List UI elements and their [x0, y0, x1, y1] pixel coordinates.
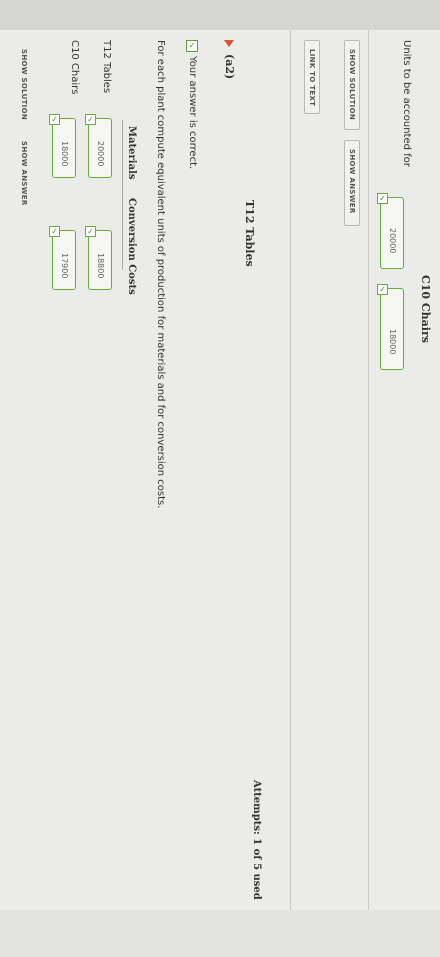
link-to-text-button[interactable]: LINK TO TEXT — [304, 40, 320, 114]
check-icon: ✓ — [377, 193, 388, 204]
top-shadow — [0, 0, 440, 30]
instruction-text: For each plant compute equivalent units … — [155, 40, 166, 509]
answer-correct-text: Your answer is correct. — [187, 56, 198, 170]
c10-conversion-input[interactable]: ✓ 17900 — [49, 226, 76, 290]
check-icon: ✓ — [377, 284, 388, 295]
col-header-conversion: Conversion Costs — [126, 198, 137, 295]
check-icon: ✓ — [85, 114, 96, 125]
check-icon: ✓ — [85, 226, 96, 237]
part-a2-label: (a2) — [223, 54, 236, 80]
t12-units-input[interactable]: ✓ 20000 — [377, 193, 404, 269]
t12-materials-input[interactable]: ✓ 20000 — [85, 114, 112, 178]
c10-units-input[interactable]: ✓ 18000 — [377, 284, 404, 370]
row-label-t12: T12 Tables — [101, 40, 112, 94]
check-icon: ✓ — [49, 114, 60, 125]
table-header-rule — [122, 120, 123, 270]
collapse-triangle-icon[interactable] — [224, 40, 234, 47]
col-header-materials: Materials — [126, 126, 137, 180]
correct-check-icon: ✓ — [186, 40, 198, 52]
row-label-c10: C10 Chairs — [69, 40, 80, 95]
header-c10-chairs: C10 Chairs — [419, 275, 432, 343]
t12-conversion-input[interactable]: ✓ 18800 — [85, 226, 112, 290]
units-accounted-label: Units to be accounted for — [401, 40, 412, 167]
attempts-text: Attempts: 1 of 5 used — [251, 780, 262, 900]
buttons-divider — [290, 30, 291, 910]
show-answer-button-2[interactable]: SHOW ANSWER — [16, 132, 32, 218]
show-solution-button[interactable]: SHOW SOLUTION — [344, 40, 360, 130]
c10-materials-input[interactable]: ✓ 18000 — [49, 114, 76, 178]
header-t12-tables: T12 Tables — [243, 200, 256, 267]
check-icon: ✓ — [49, 226, 60, 237]
show-answer-button[interactable]: SHOW ANSWER — [344, 140, 360, 226]
show-solution-button-2[interactable]: SHOW SOLUTION — [16, 40, 32, 126]
section-divider — [368, 30, 369, 910]
